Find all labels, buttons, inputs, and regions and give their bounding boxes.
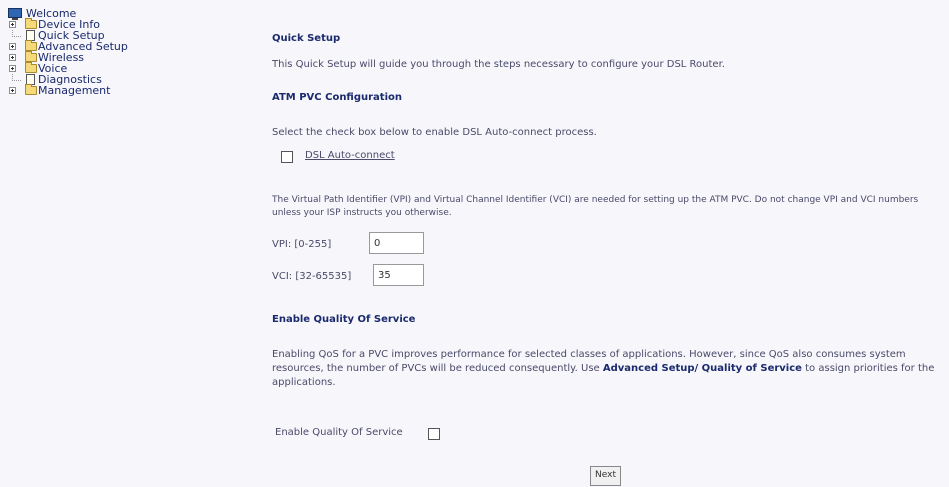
folder-icon (25, 62, 37, 73)
folder-icon (25, 84, 37, 95)
qos-description: Enabling QoS for a PVC improves performa… (272, 348, 937, 390)
folder-icon (25, 18, 37, 29)
tree-branch-line (12, 74, 21, 81)
qos-heading: Enable Quality Of Service (272, 314, 416, 325)
expand-icon[interactable] (9, 43, 16, 50)
vpi-vci-description: The Virtual Path Identifier (VPI) and Vi… (272, 195, 919, 218)
expand-icon[interactable] (9, 87, 16, 94)
page-title: Quick Setup (272, 33, 341, 44)
enable-qos-label: Enable Quality Of Service (275, 427, 403, 438)
tree-branch-line (12, 30, 21, 37)
tree-item-label[interactable]: Management (38, 85, 110, 96)
vci-label: VCI: [32-65535] (272, 271, 352, 282)
dsl-auto-connect-label[interactable]: DSL Auto-connect (305, 149, 505, 163)
folder-icon (25, 51, 37, 62)
qos-settings-link[interactable]: Advanced Setup/ Quality of Service (603, 363, 802, 374)
atm-heading: ATM PVC Configuration (272, 92, 402, 103)
next-button[interactable]: Next (590, 466, 621, 486)
intro-text: This Quick Setup will guide you through … (272, 59, 725, 70)
computer-icon (8, 8, 22, 20)
dsl-auto-connect-checkbox[interactable] (281, 151, 293, 163)
tree-item-management[interactable]: Management (8, 84, 208, 96)
enable-qos-checkbox[interactable] (428, 428, 440, 440)
auto-connect-instruction: Select the check box below to enable DSL… (272, 127, 597, 138)
vpi-label: VPI: [0-255] (272, 239, 332, 250)
vpi-input[interactable] (369, 232, 424, 254)
folder-icon (25, 40, 37, 51)
expand-icon[interactable] (9, 65, 16, 72)
expand-icon[interactable] (9, 54, 16, 61)
vci-input[interactable] (373, 264, 424, 286)
expand-icon[interactable] (9, 21, 16, 28)
